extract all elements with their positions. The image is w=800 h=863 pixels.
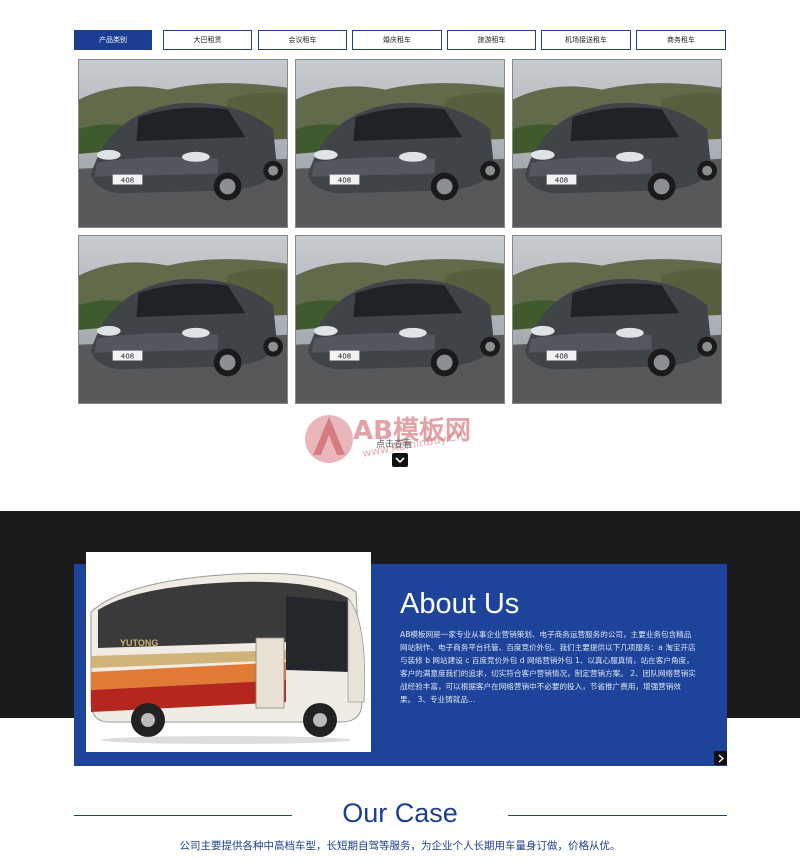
plate-text: 408 xyxy=(555,353,568,361)
tab-product-category[interactable]: 产品类别 xyxy=(74,30,152,50)
product-card[interactable]: 408 xyxy=(512,235,722,404)
sedan-car-image: 408 xyxy=(513,60,721,227)
category-tabs: 产品类别 大巴租赁 会议租车 婚庆租车 旅游租车 机场接送租车 商务租车 xyxy=(74,30,726,50)
tab-wedding-rental[interactable]: 婚庆租车 xyxy=(352,30,442,50)
case-subtitle: 公司主要提供各种中高档车型，长短期自驾等服务，为企业个人长期用车量身订做，价格从… xyxy=(179,840,621,852)
bus-photo: YUTONG xyxy=(86,552,371,752)
product-grid: 408 408 408 408 408 408 xyxy=(78,59,722,404)
tab-bus-rental[interactable]: 大巴租赁 xyxy=(163,30,252,50)
tab-airport-rental[interactable]: 机场接送租车 xyxy=(541,30,631,50)
about-description: AB模板网是一家专业从事企业营销策划、电子商务运营服务的公司，主要业务包含精品网… xyxy=(400,630,696,704)
tab-meeting-rental[interactable]: 会议租车 xyxy=(258,30,347,50)
sedan-car-image: 408 xyxy=(296,236,504,403)
tab-business-rental[interactable]: 商务租车 xyxy=(636,30,726,50)
tab-label: 机场接送租车 xyxy=(565,36,607,44)
sedan-car-image: 408 xyxy=(296,60,504,227)
sedan-car-image: 408 xyxy=(79,236,287,403)
product-card[interactable]: 408 xyxy=(78,235,288,404)
product-card[interactable]: 408 xyxy=(295,59,505,228)
plate-text: 408 xyxy=(338,353,351,361)
tab-travel-rental[interactable]: 旅游租车 xyxy=(447,30,536,50)
case-title: Our Case xyxy=(342,798,458,828)
tab-label: 大巴租赁 xyxy=(193,36,222,44)
sedan-car-image: 408 xyxy=(513,236,721,403)
sedan-car-image: 408 xyxy=(79,60,287,227)
chevron-down-icon xyxy=(395,456,405,463)
tab-label: 会议租车 xyxy=(288,36,317,44)
plate-text: 408 xyxy=(338,177,351,185)
about-title: About Us xyxy=(400,588,520,620)
plate-text: 408 xyxy=(121,353,134,361)
chevron-right-icon xyxy=(718,753,724,763)
product-card[interactable]: 408 xyxy=(295,235,505,404)
load-more-button[interactable] xyxy=(392,453,408,467)
tab-label: 婚庆租车 xyxy=(383,36,411,44)
product-card[interactable]: 408 xyxy=(78,59,288,228)
bus-brand-text: YUTONG xyxy=(120,638,158,648)
more-label: 点击查看 xyxy=(376,440,413,450)
tab-label: 产品类别 xyxy=(99,36,127,44)
tab-label: 旅游租车 xyxy=(477,36,506,44)
tab-label: 商务租车 xyxy=(667,36,695,44)
product-card[interactable]: 408 xyxy=(512,59,722,228)
about-next-button[interactable] xyxy=(714,751,727,765)
plate-text: 408 xyxy=(121,177,134,185)
plate-text: 408 xyxy=(555,177,568,185)
